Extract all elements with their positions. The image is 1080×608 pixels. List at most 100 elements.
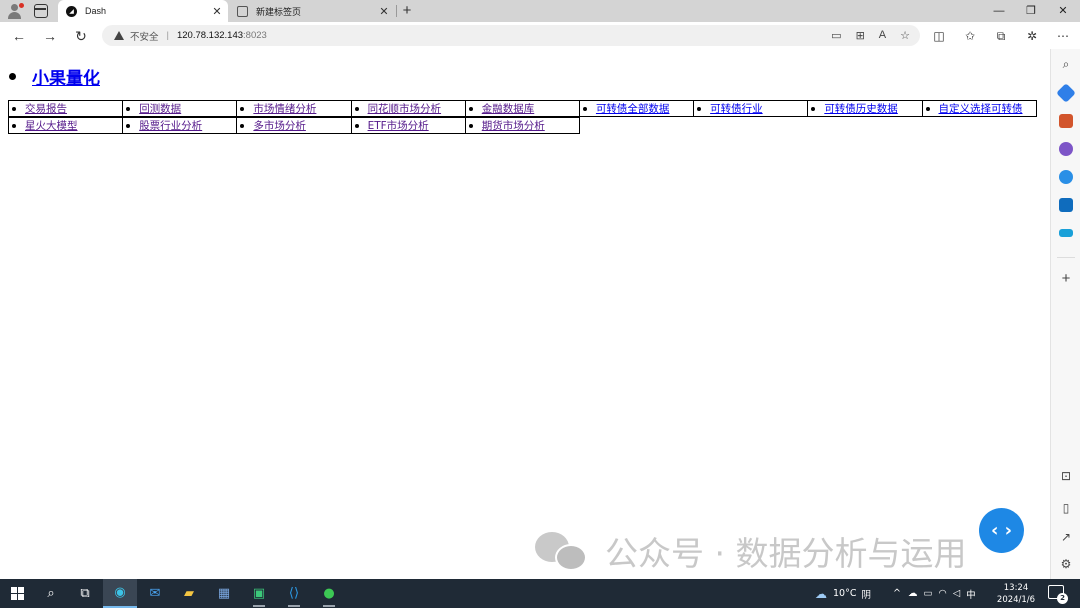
nav-link-trade-report[interactable]: 交易报告 <box>25 101 67 116</box>
favorites-icon[interactable]: ✩ <box>960 27 980 45</box>
volume-icon[interactable]: ◁ <box>953 588 960 599</box>
minimize-button[interactable]: — <box>982 0 1016 22</box>
copilot-icon[interactable] <box>1059 170 1073 184</box>
qr-code-icon[interactable]: ⊞ <box>856 29 865 42</box>
nav-item[interactable]: ETF市场分析 <box>350 117 466 134</box>
app-available-icon[interactable]: ▭ <box>831 29 841 42</box>
nav-link-cb-industry[interactable]: 可转债行业 <box>710 101 763 116</box>
weather-widget[interactable]: ☁ 10°C 阴 <box>815 579 871 608</box>
nav-link-cb-history[interactable]: 可转债历史数据 <box>824 101 898 116</box>
nav-link-ths-market[interactable]: 同花顺市场分析 <box>368 101 442 116</box>
close-window-button[interactable]: ✕ <box>1046 0 1080 22</box>
nav-item[interactable]: 多市场分析 <box>236 117 352 134</box>
refresh-icon[interactable]: ↻ <box>72 27 90 45</box>
store-icon[interactable]: ▦ <box>207 579 241 608</box>
url-port[interactable]: :8023 <box>243 30 267 41</box>
search-icon[interactable]: ⌕ <box>34 579 68 608</box>
nav-item[interactable]: 回测数据 <box>122 100 238 117</box>
browser-tab-strip: ◢ Dash ✕ 新建标签页 ✕ + — ❐ ✕ <box>0 0 1080 22</box>
taskbar-clock[interactable]: 13:24 2024/1/6 <box>990 582 1042 606</box>
search-icon[interactable]: ⌕ <box>1057 56 1075 72</box>
drop-icon[interactable] <box>1059 229 1073 237</box>
chevron-up-icon[interactable]: ^ <box>893 588 901 599</box>
tab-new-tab-page[interactable]: 新建标签页 ✕ <box>229 0 395 22</box>
task-view-icon[interactable]: ⧉ <box>68 579 102 608</box>
file-explorer-icon[interactable]: ▰ <box>172 579 206 608</box>
split-screen-icon[interactable]: ◫ <box>929 27 949 45</box>
wechat-watermark: 公众号 · 数据分析与运用 <box>535 527 966 575</box>
forward-arrow-icon[interactable]: → <box>41 27 59 45</box>
nav-item[interactable]: 期货市场分析 <box>464 117 580 134</box>
external-open-icon[interactable]: ↗ <box>1057 529 1075 545</box>
wechat-icon[interactable]: ● <box>312 579 346 608</box>
address-separator: | <box>166 30 169 41</box>
dash-favicon-icon: ◢ <box>66 5 77 17</box>
mail-icon[interactable]: ✉ <box>138 579 172 608</box>
screenshot-icon[interactable]: ⊡ <box>1057 468 1075 484</box>
notification-badge: 2 <box>1057 593 1068 604</box>
nav-item[interactable]: 同花顺市场分析 <box>350 100 466 117</box>
nav-item[interactable]: 交易报告 <box>8 100 124 117</box>
dash-page: 小果量化 交易报告 回测数据 市场情绪分析 同花顺市场分析 金融数据库 可转债全… <box>0 49 1050 579</box>
favorite-star-icon[interactable]: ☆ <box>900 29 910 42</box>
nav-link-spark-model[interactable]: 星火大模型 <box>25 118 78 133</box>
terminal-app-icon[interactable]: ▣ <box>242 579 276 608</box>
edge-sidebar: ⌕ + ⊡ ▯ ↗ ⚙ <box>1050 49 1080 579</box>
restore-button[interactable]: ❐ <box>1014 0 1048 22</box>
shopping-tag-icon[interactable] <box>1056 83 1076 103</box>
nav-item[interactable]: 股票行业分析 <box>122 117 238 134</box>
tab-close-icon[interactable]: ✕ <box>377 5 391 18</box>
nav-item[interactable]: 星火大模型 <box>8 117 124 134</box>
collections-icon[interactable]: ⧉ <box>991 27 1011 45</box>
ime-indicator[interactable]: 中 <box>966 587 976 601</box>
nav-item[interactable]: 市场情绪分析 <box>236 100 352 117</box>
warning-icon[interactable] <box>114 31 124 40</box>
brand-link[interactable]: 小果量化 <box>32 64 100 89</box>
security-label[interactable]: 不安全 <box>130 29 159 43</box>
battery-icon[interactable]: ▭ <box>923 588 932 599</box>
tab-close-icon[interactable]: ✕ <box>210 5 224 18</box>
url-host[interactable]: 120.78.132.143 <box>177 30 243 41</box>
nav-link-futures-market[interactable]: 期货市场分析 <box>482 118 545 133</box>
sidebar-toggle-icon[interactable]: ▯ <box>1057 500 1075 516</box>
clock-time: 13:24 <box>1003 583 1029 593</box>
tab-actions-icon[interactable] <box>34 4 48 18</box>
dash-devtools-button[interactable]: ‹ › <box>979 508 1024 553</box>
edge-browser-icon[interactable]: ◉ <box>103 579 137 608</box>
nav-link-etf-market[interactable]: ETF市场分析 <box>368 118 429 133</box>
nav-item[interactable]: 可转债全部数据 <box>578 100 695 117</box>
address-bar[interactable]: 不安全 | 120.78.132.143 :8023 ▭ ⊞ A ☆ <box>102 25 920 46</box>
nav-link-finance-db[interactable]: 金融数据库 <box>482 101 535 116</box>
new-tab-button[interactable]: + <box>399 2 415 20</box>
start-windows-icon[interactable] <box>0 579 34 608</box>
nav-link-market-sentiment[interactable]: 市场情绪分析 <box>253 101 316 116</box>
nav-row-2: 星火大模型 股票行业分析 多市场分析 ETF市场分析 期货市场分析 <box>8 117 1044 134</box>
read-aloud-icon[interactable]: A <box>879 29 886 42</box>
tools-briefcase-icon[interactable] <box>1059 114 1073 128</box>
settings-gear-icon[interactable]: ⚙ <box>1057 556 1075 572</box>
tab-dash[interactable]: ◢ Dash ✕ <box>58 0 228 22</box>
nav-link-multi-market[interactable]: 多市场分析 <box>253 118 306 133</box>
vscode-icon[interactable]: ⟨⟩ <box>277 579 311 608</box>
nav-item[interactable]: 可转债历史数据 <box>807 100 923 117</box>
extension-icon[interactable]: ✲ <box>1022 27 1042 45</box>
games-icon[interactable] <box>1059 142 1073 156</box>
onedrive-icon[interactable]: ☁ <box>908 588 918 599</box>
nav-link-cb-all[interactable]: 可转债全部数据 <box>596 101 670 116</box>
profile-icon[interactable] <box>6 3 24 19</box>
nav-item[interactable]: 自定义选择可转债 <box>921 100 1037 117</box>
nav-link-cb-custom[interactable]: 自定义选择可转债 <box>939 101 1023 116</box>
wifi-icon[interactable]: ◠ <box>938 588 946 599</box>
nav-link-stock-industry[interactable]: 股票行业分析 <box>139 118 202 133</box>
add-icon[interactable]: + <box>1057 271 1075 287</box>
nav-link-backtest[interactable]: 回测数据 <box>139 101 181 116</box>
more-menu-icon[interactable]: ⋯ <box>1053 27 1073 45</box>
nav-item[interactable]: 金融数据库 <box>464 100 580 117</box>
cloud-icon: ☁ <box>815 586 827 601</box>
outlook-icon[interactable] <box>1059 198 1073 212</box>
tab-title: 新建标签页 <box>256 6 302 17</box>
tab-divider <box>396 5 397 17</box>
nav-item[interactable]: 可转债行业 <box>693 100 809 117</box>
back-arrow-icon[interactable]: ← <box>10 27 28 45</box>
nav-row-1: 交易报告 回测数据 市场情绪分析 同花顺市场分析 金融数据库 可转债全部数据 可… <box>8 100 1044 117</box>
